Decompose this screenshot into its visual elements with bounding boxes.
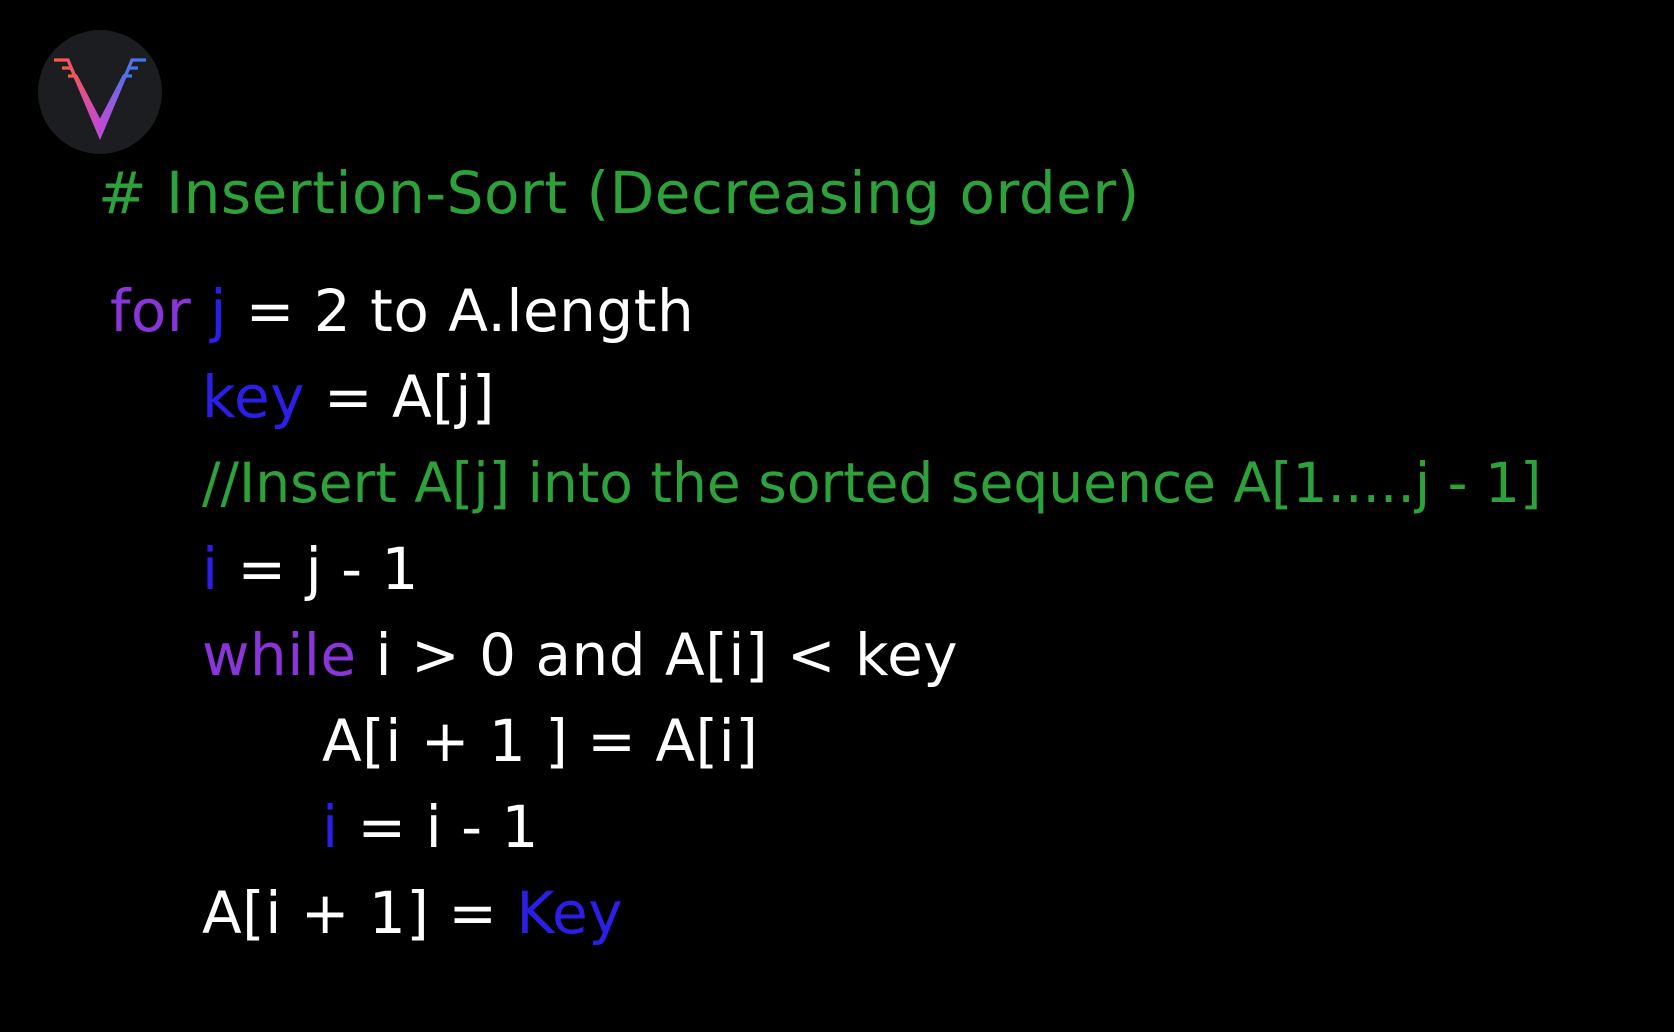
variable-text: j: [210, 277, 227, 345]
keyword-text: while: [202, 621, 376, 689]
v-logo-icon: [54, 58, 146, 141]
code-text: = i - 1: [338, 793, 539, 861]
logo: [38, 30, 162, 154]
code-text: i > 0 and A[i] < key: [375, 621, 959, 689]
code-line: # Insertion-Sort (Decreasing order): [98, 158, 1140, 228]
code-line: //Insert A[j] into the sorted sequence A…: [202, 448, 1541, 518]
comment-text: # Insertion-Sort (Decreasing order): [98, 159, 1140, 227]
code-line: i = j - 1: [202, 534, 419, 604]
code-line: A[i + 1] = Key: [202, 878, 623, 948]
code-text: = j - 1: [218, 535, 419, 603]
variable-text: i: [322, 793, 339, 861]
code-line: key = A[j]: [202, 362, 495, 432]
comment-text: //Insert A[j] into the sorted sequence A…: [202, 451, 1542, 515]
code-line: while i > 0 and A[i] < key: [202, 620, 958, 690]
variable-text: i: [202, 535, 219, 603]
code-line: A[i + 1 ] = A[i]: [322, 706, 758, 776]
variable-text: Key: [516, 879, 624, 947]
code-text: = 2 to A.length: [226, 277, 695, 345]
code-text: A[i + 1] =: [202, 879, 517, 947]
keyword-text: for: [110, 277, 211, 345]
code-text: = A[j]: [305, 363, 496, 431]
code-line: i = i - 1: [322, 792, 539, 862]
variable-text: key: [202, 363, 306, 431]
code-line: for j = 2 to A.length: [110, 276, 694, 346]
code-text: A[i + 1 ] = A[i]: [322, 707, 759, 775]
